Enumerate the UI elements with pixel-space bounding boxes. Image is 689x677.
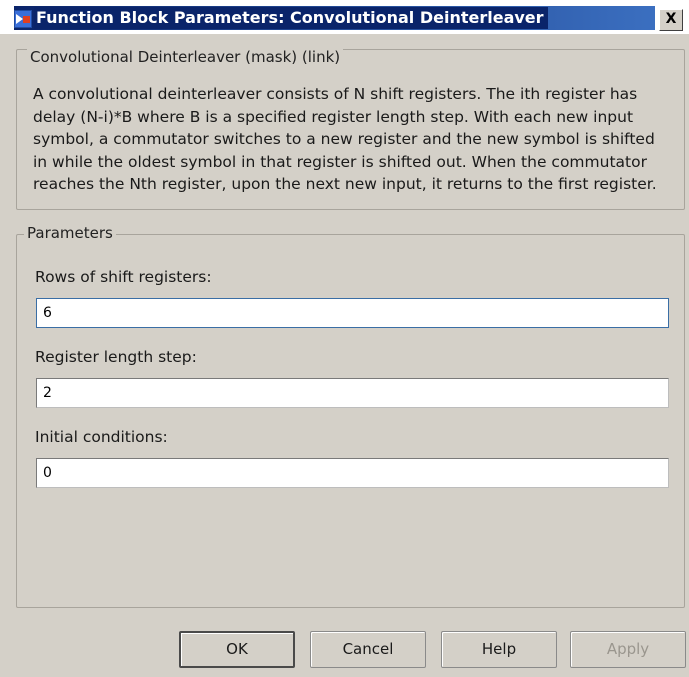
rows-of-shift-registers-label: Rows of shift registers: [35, 268, 212, 286]
dialog-window: Function Block Parameters: Convolutional… [0, 0, 689, 677]
apply-button[interactable]: Apply [570, 631, 686, 668]
register-length-step-label: Register length step: [35, 348, 197, 366]
parameters-group [16, 234, 685, 608]
cancel-button[interactable]: Cancel [310, 631, 426, 668]
register-length-step-input[interactable] [36, 378, 669, 408]
help-button[interactable]: Help [441, 631, 557, 668]
close-button[interactable]: X [659, 9, 683, 31]
initial-conditions-label: Initial conditions: [35, 428, 168, 446]
block-description: A convolutional deinterleaver consists o… [33, 85, 657, 193]
description-group-legend: Convolutional Deinterleaver (mask) (link… [27, 48, 344, 66]
title-bar[interactable]: Function Block Parameters: Convolutional… [0, 0, 689, 34]
window-title: Function Block Parameters: Convolutional… [34, 7, 548, 29]
parameters-group-legend: Parameters [24, 224, 116, 242]
rows-of-shift-registers-input[interactable] [36, 298, 669, 328]
ok-button[interactable]: OK [179, 631, 295, 668]
initial-conditions-input[interactable] [36, 458, 669, 488]
simulink-block-icon [14, 10, 32, 28]
close-icon: X [665, 11, 677, 27]
